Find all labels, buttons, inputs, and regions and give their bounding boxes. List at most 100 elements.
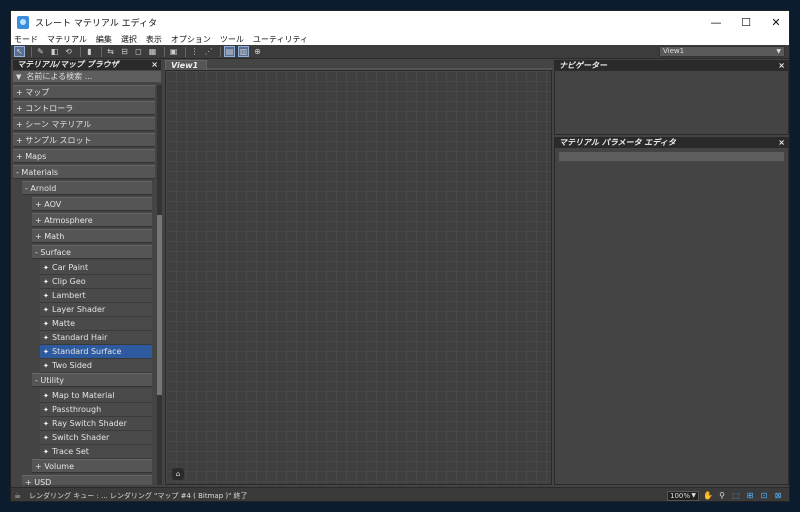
view-select-dropdown[interactable]: View1 ▼ xyxy=(659,46,785,57)
zoom-extents-icon[interactable]: ⊕ xyxy=(252,46,263,57)
search-input[interactable]: ▼ 名前による検索 ... xyxy=(13,71,161,82)
category-row[interactable]: + コントローラ xyxy=(13,101,155,115)
node-view[interactable]: ⌂ xyxy=(165,70,552,485)
background-icon[interactable]: ▦ xyxy=(147,46,158,57)
row-label: Standard Surface xyxy=(52,347,122,356)
material-list-item[interactable]: ✦ Standard Hair xyxy=(40,331,152,345)
material-list-item[interactable]: ✦ Standard Surface xyxy=(40,345,152,359)
parameter-name-field[interactable] xyxy=(559,152,784,161)
browser-title: マテリアル/マップ ブラウザ xyxy=(17,60,119,69)
toolbar-divider xyxy=(164,46,165,57)
show-shaded-icon[interactable]: ◻ xyxy=(133,46,144,57)
row-label: Switch Shader xyxy=(52,433,110,442)
close-button[interactable]: ✕ xyxy=(761,11,789,33)
hide-unused-icon[interactable]: ⊟ xyxy=(119,46,130,57)
zoom-all-icon[interactable]: ⊠ xyxy=(773,491,783,501)
material-list-item[interactable]: ✦ Two Sided xyxy=(40,359,152,373)
minimize-button[interactable]: — xyxy=(701,11,731,33)
material-list-item[interactable]: ✦ Car Paint xyxy=(40,261,152,275)
category-row[interactable]: - Materials xyxy=(13,165,155,179)
menu-material[interactable]: マテリアル xyxy=(47,34,87,45)
tab-view1[interactable]: View1 xyxy=(165,60,207,70)
material-map-browser: マテリアル/マップ ブラウザ × ▼ 名前による検索 ... + マップ + コン… xyxy=(13,60,162,485)
category-row[interactable]: - Utility xyxy=(32,373,152,387)
browser-scrollbar[interactable] xyxy=(157,85,162,485)
row-label: Two Sided xyxy=(52,361,92,370)
navigator-toggle-icon[interactable]: ⌂ xyxy=(172,468,184,480)
material-list-item[interactable]: ✦ Switch Shader xyxy=(40,431,152,445)
layout-all-icon[interactable]: ⋮ xyxy=(189,46,200,57)
navigator-panel: ナビゲーター × xyxy=(554,60,789,135)
row-label: + マップ xyxy=(16,88,50,97)
layout-children-icon[interactable]: ⋰ xyxy=(203,46,214,57)
zoom-value: 100% xyxy=(670,492,691,500)
menu-edit[interactable]: 編集 xyxy=(96,34,112,45)
row-label: + シーン マテリアル xyxy=(16,120,92,129)
delete-icon[interactable]: ▮ xyxy=(84,46,95,57)
parameter-editor-header: マテリアル パラメータ エディタ × xyxy=(555,138,788,148)
reset-map-icon[interactable]: ⟲ xyxy=(63,46,74,57)
eyedropper-icon[interactable]: ✎ xyxy=(35,46,46,57)
toolbar-divider xyxy=(31,46,32,57)
row-label: + コントローラ xyxy=(16,104,74,113)
show-end-result-icon[interactable]: ▣ xyxy=(168,46,179,57)
category-row[interactable]: + マップ xyxy=(13,85,155,99)
menu-bar: モード マテリアル 編集 選択 表示 オプション ツール ユーティリティ xyxy=(11,33,789,45)
close-icon[interactable]: × xyxy=(778,61,785,71)
assign-material-icon[interactable]: ◧ xyxy=(49,46,60,57)
zoom-region-icon[interactable]: ⬚ xyxy=(731,491,741,501)
scrollbar-thumb[interactable] xyxy=(157,215,162,395)
category-row[interactable]: + Volume xyxy=(32,459,152,473)
material-list-item[interactable]: ✦ Passthrough xyxy=(40,403,152,417)
material-list-item[interactable]: ✦ Lambert xyxy=(40,289,152,303)
category-row[interactable]: + Atmosphere xyxy=(32,213,152,227)
material-icon: ✦ xyxy=(43,278,49,286)
category-row[interactable]: + サンプル スロット xyxy=(13,133,155,147)
menu-mode[interactable]: モード xyxy=(14,34,38,45)
slate-material-editor-window: スレート マテリアル エディタ — ☐ ✕ モード マテリアル 編集 選択 表示… xyxy=(10,10,790,502)
menu-tools[interactable]: ツール xyxy=(220,34,244,45)
row-label: Map to Material xyxy=(52,391,115,400)
close-icon[interactable]: × xyxy=(778,138,785,148)
close-icon[interactable]: × xyxy=(151,60,158,70)
material-icon: ✦ xyxy=(43,306,49,314)
zoom-dropdown[interactable]: 100% ▼ xyxy=(667,491,699,501)
material-list-item[interactable]: ✦ Ray Switch Shader xyxy=(40,417,152,431)
material-list-item[interactable]: ✦ Matte xyxy=(40,317,152,331)
menu-select[interactable]: 選択 xyxy=(121,34,137,45)
parameter-editor-icon[interactable]: ▤ xyxy=(224,46,235,57)
options-dropdown-icon[interactable]: ▼ xyxy=(16,73,21,81)
toolbar-divider xyxy=(185,46,186,57)
category-row[interactable]: + Math xyxy=(32,229,152,243)
material-list-item[interactable]: ✦ Trace Set xyxy=(40,445,152,459)
category-row[interactable]: + シーン マテリアル xyxy=(13,117,155,131)
zoom-extents-icon[interactable]: ⊞ xyxy=(745,491,755,501)
material-list-item[interactable]: ✦ Layer Shader xyxy=(40,303,152,317)
material-list-item[interactable]: ✦ Clip Geo xyxy=(40,275,152,289)
material-browser-icon[interactable]: ▥ xyxy=(238,46,249,57)
title-bar: スレート マテリアル エディタ — ☐ ✕ xyxy=(11,11,789,33)
chevron-down-icon: ▼ xyxy=(776,48,781,55)
zoom-extents-selected-icon[interactable]: ⊡ xyxy=(759,491,769,501)
category-row[interactable]: + USD xyxy=(22,475,152,485)
material-tree: + マップ + コントローラ + シーン マテリアル + サンプル スロット + Map… xyxy=(13,85,155,485)
navigator-title: ナビゲーター xyxy=(559,61,607,70)
window-title: スレート マテリアル エディタ xyxy=(35,18,158,29)
category-row[interactable]: + Maps xyxy=(13,149,155,163)
zoom-icon[interactable]: ⚲ xyxy=(717,491,727,501)
menu-utilities[interactable]: ユーティリティ xyxy=(253,34,308,45)
menu-options[interactable]: オプション xyxy=(171,34,211,45)
maximize-button[interactable]: ☐ xyxy=(731,11,761,33)
category-row[interactable]: - Arnold xyxy=(22,181,152,195)
pan-hand-icon[interactable]: ✋ xyxy=(703,491,713,501)
material-list-item[interactable]: ✦ Map to Material xyxy=(40,389,152,403)
move-children-icon[interactable]: ⇆ xyxy=(105,46,116,57)
row-label: + Atmosphere xyxy=(35,216,93,225)
material-icon: ✦ xyxy=(43,420,49,428)
row-label: Lambert xyxy=(52,291,86,300)
category-row[interactable]: + AOV xyxy=(32,197,152,211)
category-row[interactable]: - Surface xyxy=(32,245,152,259)
select-tool-icon[interactable]: ↖ xyxy=(14,46,25,57)
row-label: Car Paint xyxy=(52,263,89,272)
menu-view[interactable]: 表示 xyxy=(146,34,162,45)
